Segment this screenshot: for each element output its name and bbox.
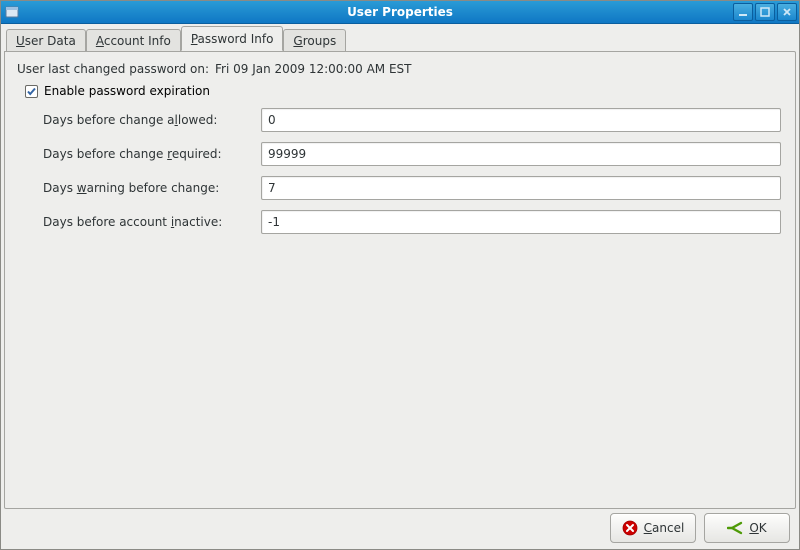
enable-expiration-checkbox[interactable]: [25, 85, 38, 98]
ok-icon: [727, 520, 743, 536]
tab-container: User Data Account Info Password Info Gro…: [4, 27, 796, 509]
tab-strip: User Data Account Info Password Info Gro…: [4, 27, 796, 51]
password-expiration-form: Days before change allowed: Days before …: [43, 108, 781, 234]
days-warning-input[interactable]: [261, 176, 781, 200]
tab-account-info[interactable]: Account Info: [86, 29, 181, 52]
enable-expiration-label: Enable password expiration: [44, 84, 210, 98]
tab-user-data[interactable]: User Data: [6, 29, 86, 52]
ok-button[interactable]: OK: [704, 513, 790, 543]
days-inactive-input[interactable]: [261, 210, 781, 234]
window-controls: [731, 3, 797, 21]
minimize-button[interactable]: [733, 3, 753, 21]
last-changed-row: User last changed password on: Fri 09 Ja…: [17, 62, 783, 76]
days-before-allowed-input[interactable]: [261, 108, 781, 132]
content-area: User Data Account Info Password Info Gro…: [1, 24, 799, 549]
days-warning-label: Days warning before change:: [43, 181, 253, 195]
last-changed-value: Fri 09 Jan 2009 12:00:00 AM EST: [215, 62, 411, 76]
titlebar[interactable]: User Properties: [1, 1, 799, 24]
days-before-allowed-label: Days before change allowed:: [43, 113, 253, 127]
last-changed-label: User last changed password on:: [17, 62, 209, 76]
days-before-required-label: Days before change required:: [43, 147, 253, 161]
tab-panel-password-info: User last changed password on: Fri 09 Ja…: [4, 51, 796, 509]
window-title: User Properties: [347, 5, 453, 19]
dialog-buttons: Cancel OK: [4, 509, 796, 543]
app-icon: [5, 4, 21, 20]
tab-password-info[interactable]: Password Info: [181, 26, 284, 51]
user-properties-window: User Properties User Data Account Info: [0, 0, 800, 550]
days-before-required-input[interactable]: [261, 142, 781, 166]
cancel-label: Cancel: [644, 521, 685, 535]
days-inactive-label: Days before account inactive:: [43, 215, 253, 229]
maximize-button[interactable]: [755, 3, 775, 21]
ok-label: OK: [749, 521, 766, 535]
tab-groups[interactable]: Groups: [283, 29, 346, 52]
cancel-button[interactable]: Cancel: [610, 513, 696, 543]
enable-expiration-row[interactable]: Enable password expiration: [25, 84, 783, 98]
close-button[interactable]: [777, 3, 797, 21]
cancel-icon: [622, 520, 638, 536]
